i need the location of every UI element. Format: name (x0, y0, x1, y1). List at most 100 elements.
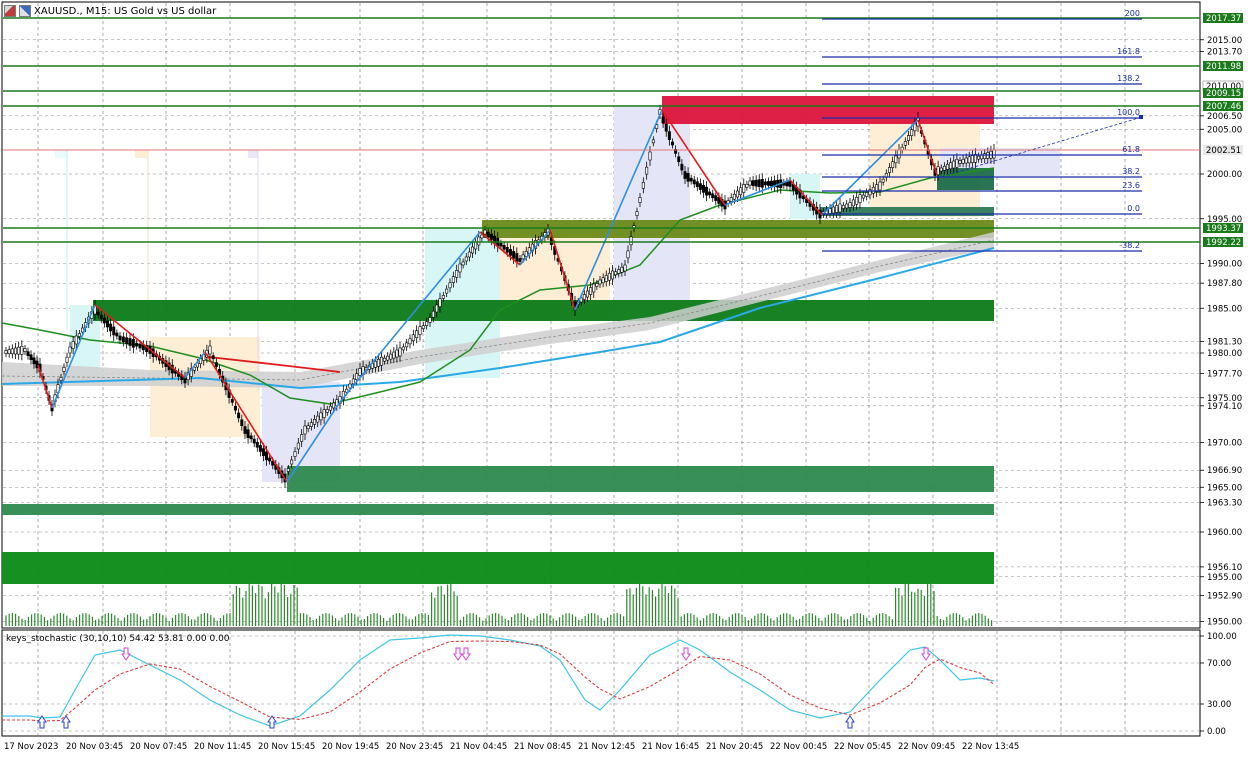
price-label: 1980.00 (1207, 349, 1242, 359)
price-badge-label: 1992.22 (1206, 238, 1241, 248)
candle-body (59, 377, 63, 381)
time-label: 21 Nov 04:45 (450, 742, 507, 752)
candle-body (845, 203, 849, 209)
trade-mode-icon[interactable] (19, 5, 31, 17)
price-badge-label: 2011.98 (1206, 62, 1241, 72)
candle-body (952, 160, 956, 169)
price-chart[interactable]: 200 161.8 138.2 100.0 61.8 38.2 23.6 0.0 -38.2 2… (0, 0, 1253, 758)
candle-body (467, 251, 471, 258)
candle-body (300, 434, 304, 442)
candle-body (208, 345, 212, 355)
time-label: 21 Nov 20:45 (706, 742, 763, 752)
candle-body (230, 399, 234, 403)
candle-body (118, 335, 122, 341)
candle-body (582, 294, 586, 300)
candle-body (319, 412, 323, 421)
candle-body (964, 157, 968, 164)
candle-body (464, 256, 468, 262)
candle-body (32, 357, 36, 365)
chart-type-icon[interactable] (4, 5, 16, 17)
fib-level-label: 161.8 (1117, 47, 1140, 56)
candle-body (939, 167, 943, 172)
time-label: 20 Nov 15:45 (258, 742, 315, 752)
indicator-axis-label: 0.00 (1207, 727, 1226, 737)
candle-body (425, 321, 429, 326)
candle-body (751, 180, 755, 186)
time-label: 17 Nov 2023 (4, 742, 58, 752)
candle-body (664, 123, 668, 132)
fib-level-label: 200 (1125, 9, 1140, 18)
indicator-axis-label: 100.00 (1207, 632, 1237, 642)
candle-body (138, 343, 142, 349)
candle-body (268, 457, 272, 462)
candle-body (249, 435, 253, 440)
candle-body (96, 311, 100, 316)
candle-body (614, 271, 618, 276)
background-rect (55, 150, 67, 158)
candle-body (313, 419, 317, 425)
candle-body (489, 233, 493, 241)
candle-body (601, 277, 605, 284)
candle-body (421, 325, 425, 329)
candle-body (906, 135, 910, 141)
candle-body (598, 279, 602, 285)
candle-body (106, 320, 110, 328)
fib-level-label: 138.2 (1117, 74, 1140, 83)
candle-body (626, 250, 630, 259)
candle-body (438, 298, 442, 307)
candle-body (748, 180, 752, 186)
candle-body (955, 158, 959, 168)
candle-body (607, 272, 611, 281)
candle-body (435, 304, 439, 313)
candle-body (745, 183, 749, 188)
candle-body (10, 348, 14, 355)
candle-body (112, 326, 116, 336)
candle-body (458, 263, 462, 273)
candle-body (708, 191, 712, 196)
candle-body (395, 349, 399, 358)
chart-window[interactable]: XAUUSD., M15: US Gold vs US dollar 200 16… (0, 0, 1253, 758)
candle-body (961, 158, 965, 164)
candle-body (389, 353, 393, 360)
candle-body (515, 253, 519, 262)
candle-body (470, 246, 474, 254)
price-label: 1960.00 (1207, 528, 1242, 538)
candle-body (376, 358, 380, 367)
price-label: 1977.70 (1207, 370, 1242, 380)
candle-body (431, 310, 435, 318)
candle-body (252, 438, 256, 444)
candle-body (255, 441, 259, 448)
candle-body (380, 356, 384, 366)
time-label: 21 Nov 12:45 (578, 742, 635, 752)
candle-body (629, 236, 633, 246)
time-label: 20 Nov 19:45 (322, 742, 379, 752)
candle-body (861, 194, 865, 199)
candle-body (14, 347, 18, 355)
candle-body (617, 269, 621, 274)
candle-body (835, 205, 839, 213)
candle-body (258, 445, 262, 452)
candle-body (841, 205, 845, 209)
candle-body (585, 290, 589, 298)
candle-body (128, 338, 132, 346)
candle-body (742, 184, 746, 193)
candle-body (595, 283, 599, 287)
zone-rect (820, 207, 994, 216)
candle-body (243, 426, 247, 434)
candle-body (131, 339, 135, 348)
candle-body (670, 141, 674, 146)
candle-body (692, 179, 696, 185)
candle-body (480, 234, 484, 239)
candle-body (398, 347, 402, 357)
candle-body (714, 195, 718, 201)
candle-body (645, 166, 649, 175)
indicator-axis-label: 70.00 (1207, 659, 1231, 669)
candle-body (405, 342, 409, 348)
candle-body (949, 162, 953, 170)
candle-body (894, 155, 898, 164)
price-label: 1965.00 (1207, 483, 1242, 493)
candle-body (855, 196, 859, 205)
price-label: 1963.30 (1207, 498, 1242, 508)
candle-body (65, 356, 69, 363)
candle-body (620, 266, 624, 273)
